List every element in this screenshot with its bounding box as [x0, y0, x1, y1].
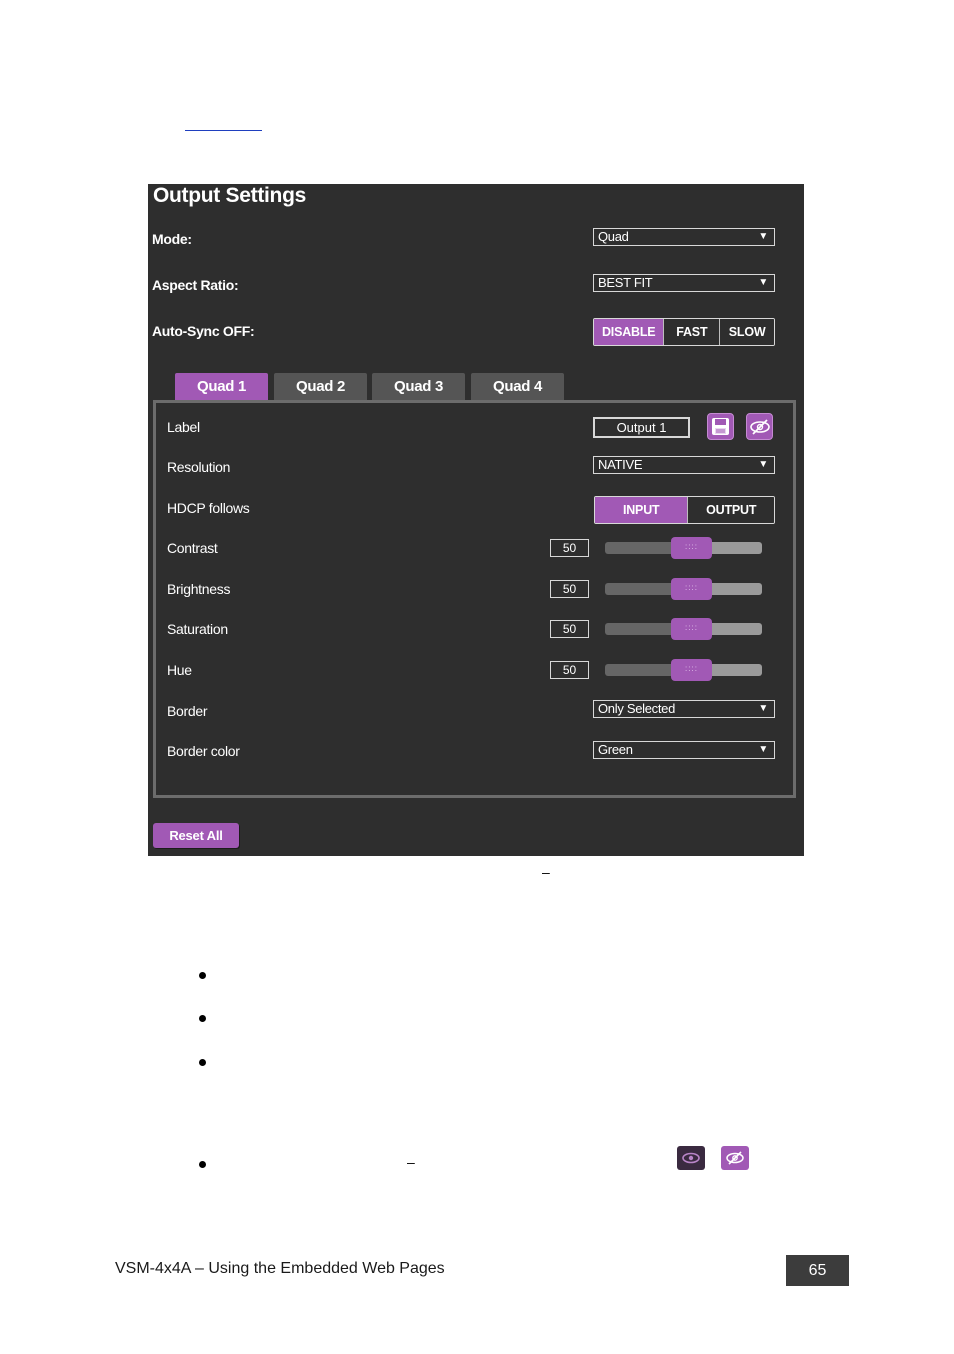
- mode-label: Mode:: [152, 231, 192, 247]
- mode-select-value: Quad: [598, 229, 629, 244]
- hide-button[interactable]: [746, 413, 773, 440]
- tab-quad-3[interactable]: Quad 3: [372, 373, 465, 400]
- hdcp-input-option[interactable]: INPUT: [595, 497, 688, 523]
- label-row-label: Label: [167, 419, 200, 435]
- aspect-ratio-value: BEST FIT: [598, 275, 653, 290]
- mode-select[interactable]: Quad ▼: [593, 228, 775, 246]
- dropdown-arrow-icon: ▼: [758, 459, 768, 470]
- tab-quad-2[interactable]: Quad 2: [274, 373, 367, 400]
- page-number: 65: [786, 1255, 849, 1286]
- bullet: [199, 1015, 206, 1022]
- aspect-ratio-label: Aspect Ratio:: [152, 277, 239, 293]
- contrast-slider[interactable]: ::::: [605, 537, 762, 559]
- saturation-value-box[interactable]: 50: [550, 620, 589, 638]
- eye-slash-icon: [721, 1146, 749, 1170]
- hue-label: Hue: [167, 662, 192, 678]
- border-color-label: Border color: [167, 743, 240, 759]
- bullet-dash: –: [407, 1154, 415, 1170]
- slider-thumb[interactable]: ::::: [671, 659, 712, 681]
- resolution-select[interactable]: NATIVE ▼: [593, 456, 775, 474]
- auto-sync-slow-option[interactable]: SLOW: [719, 319, 774, 345]
- contrast-label: Contrast: [167, 540, 218, 556]
- output-settings-panel: Output Settings Mode: Quad ▼ Aspect Rati…: [148, 184, 804, 856]
- border-color-value: Green: [598, 742, 633, 757]
- bullet: [199, 1161, 206, 1168]
- label-input[interactable]: Output 1: [593, 417, 690, 438]
- slider-thumb[interactable]: ::::: [671, 578, 712, 600]
- aspect-ratio-select[interactable]: BEST FIT ▼: [593, 274, 775, 292]
- slider-thumb[interactable]: ::::: [671, 537, 712, 559]
- dropdown-arrow-icon: ▼: [758, 277, 768, 288]
- dropdown-arrow-icon: ▼: [758, 231, 768, 242]
- brightness-value-box[interactable]: 50: [550, 580, 589, 598]
- reset-all-button[interactable]: Reset All: [153, 823, 239, 848]
- saturation-slider[interactable]: ::::: [605, 618, 762, 640]
- auto-sync-toggle[interactable]: DISABLE FAST SLOW: [593, 318, 775, 346]
- eye-icon: [677, 1146, 705, 1170]
- hue-slider[interactable]: ::::: [605, 659, 762, 681]
- save-icon: [712, 418, 729, 435]
- hue-value-box[interactable]: 50: [550, 661, 589, 679]
- dropdown-arrow-icon: ▼: [758, 703, 768, 714]
- resolution-label: Resolution: [167, 459, 231, 475]
- caption-dash: –: [542, 864, 550, 880]
- eye-slash-icon: [749, 418, 770, 435]
- border-label: Border: [167, 703, 208, 719]
- auto-sync-label: Auto-Sync OFF:: [152, 323, 255, 339]
- saturation-label: Saturation: [167, 621, 228, 637]
- dropdown-arrow-icon: ▼: [758, 744, 768, 755]
- hdcp-output-option[interactable]: OUTPUT: [687, 497, 774, 523]
- hdcp-toggle[interactable]: INPUT OUTPUT: [594, 496, 775, 524]
- hyperlink-underline[interactable]: [185, 130, 262, 131]
- tab-quad-4[interactable]: Quad 4: [471, 373, 564, 400]
- hdcp-label: HDCP follows: [167, 500, 250, 516]
- brightness-label: Brightness: [167, 581, 231, 597]
- contrast-value-box[interactable]: 50: [550, 539, 589, 557]
- bullet: [199, 1059, 206, 1066]
- save-button[interactable]: [707, 413, 734, 440]
- slider-thumb[interactable]: ::::: [671, 618, 712, 640]
- resolution-value: NATIVE: [598, 457, 643, 472]
- tab-quad-1[interactable]: Quad 1: [175, 373, 268, 400]
- panel-title: Output Settings: [153, 184, 306, 207]
- auto-sync-fast-option[interactable]: FAST: [663, 319, 720, 345]
- border-color-select[interactable]: Green ▼: [593, 741, 775, 759]
- footer-text: VSM-4x4A – Using the Embedded Web Pages: [115, 1260, 445, 1277]
- bullet: [199, 972, 206, 979]
- brightness-slider[interactable]: ::::: [605, 578, 762, 600]
- border-select[interactable]: Only Selected ▼: [593, 700, 775, 718]
- border-value: Only Selected: [598, 701, 676, 716]
- auto-sync-disable-option[interactable]: DISABLE: [594, 319, 664, 345]
